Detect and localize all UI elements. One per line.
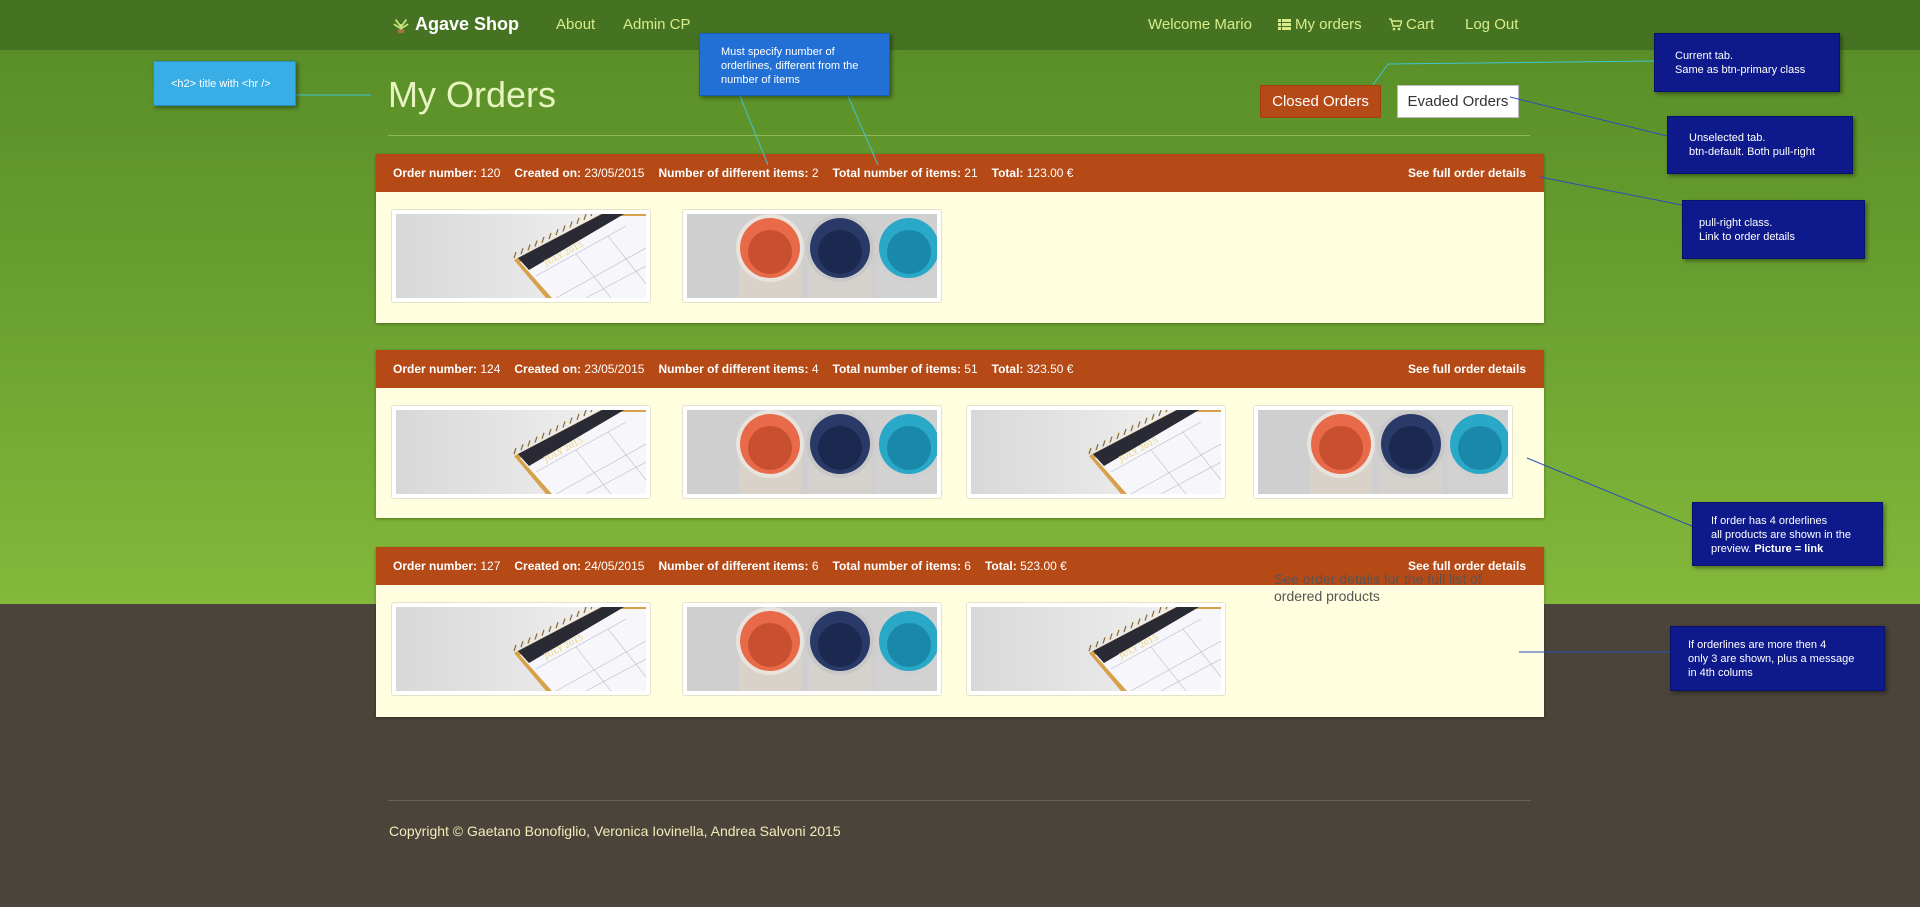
calendar-image: JULY 2015: [396, 214, 646, 298]
order-different-items: Number of different items: 4: [658, 362, 819, 376]
tab-evaded-orders[interactable]: Evaded Orders: [1397, 85, 1519, 118]
calendar-image: JULY 2015: [396, 607, 646, 691]
annotation-orderlines-note: Must specify number of orderlines, diffe…: [699, 33, 890, 96]
nav-my-orders[interactable]: My orders: [1278, 16, 1362, 33]
order-details-link[interactable]: See full order details: [1408, 362, 1526, 376]
order-created-date: Created on: 24/05/2015: [514, 559, 645, 573]
order-created-date: Created on: 23/05/2015: [514, 166, 645, 180]
order-total-items: Total number of items: 51: [832, 362, 978, 376]
annotation-more-orderlines-note: If orderlines are more then 4 only 3 are…: [1670, 626, 1885, 691]
annotation-pull-right-note: pull-right class. Link to order details: [1682, 200, 1865, 259]
order-different-items: Number of different items: 6: [658, 559, 819, 573]
order-number: Order number: 124: [393, 362, 501, 376]
mugs-image: [687, 214, 937, 298]
product-thumbnail-link[interactable]: [682, 209, 942, 303]
nav-logout[interactable]: Log Out: [1465, 16, 1518, 33]
brand-link[interactable]: Agave Shop: [392, 14, 519, 35]
order-total-items: Total number of items: 6: [832, 559, 971, 573]
product-thumbnail-link[interactable]: JULY 2015: [391, 602, 651, 696]
mugs-image: [687, 410, 937, 494]
calendar-image: JULY 2015: [396, 410, 646, 494]
nav-admin-cp[interactable]: Admin CP: [623, 16, 691, 33]
order-total-price: Total: 123.00 €: [991, 166, 1074, 180]
mugs-image: [687, 607, 937, 691]
order-different-items: Number of different items: 2: [658, 166, 819, 180]
order-header: Order number: 124 Created on: 23/05/2015 N…: [376, 350, 1544, 388]
agave-logo-icon: [393, 18, 409, 33]
product-thumbnail-link[interactable]: JULY 2015: [966, 602, 1226, 696]
copyright-text: Copyright © Gaetano Bonofiglio, Veronica…: [389, 823, 841, 839]
product-thumbnail-link[interactable]: [682, 405, 942, 499]
order-number: Order number: 127: [393, 559, 501, 573]
order-panel: Order number: 124 Created on: 23/05/2015 N…: [376, 350, 1544, 518]
order-details-link[interactable]: See full order details: [1408, 166, 1526, 180]
order-panel: Order number: 127 Created on: 24/05/2015 N…: [376, 547, 1544, 717]
order-created-date: Created on: 23/05/2015: [514, 362, 645, 376]
list-icon: [1278, 19, 1291, 30]
nav-about[interactable]: About: [556, 16, 595, 33]
annotation-four-orderlines-note: If order has 4 orderlines all products a…: [1692, 502, 1883, 566]
order-panel: Order number: 120 Created on: 23/05/2015 N…: [376, 154, 1544, 323]
order-number: Order number: 120: [393, 166, 501, 180]
product-thumbnail-link[interactable]: JULY 2015: [966, 405, 1226, 499]
tab-closed-orders[interactable]: Closed Orders: [1260, 85, 1381, 118]
annotation-four-orderlines-bold: Picture = link: [1754, 543, 1824, 555]
nav-my-orders-label: My orders: [1295, 16, 1362, 33]
annotation-title-note: <h2> title with <hr />: [153, 61, 296, 106]
nav-welcome-user[interactable]: Welcome Mario: [1148, 16, 1252, 33]
calendar-image: JULY 2015: [971, 410, 1221, 494]
product-thumbnail-link[interactable]: JULY 2015: [391, 209, 651, 303]
annotation-unselected-tab-note: Unselected tab. btn-default. Both pull-r…: [1667, 116, 1853, 174]
mugs-image: [1258, 410, 1508, 494]
order-header: Order number: 120 Created on: 23/05/2015 N…: [376, 154, 1544, 192]
page-title: My Orders: [388, 74, 557, 115]
title-divider: [388, 135, 1530, 136]
more-products-message: See order details for the full list of o…: [1274, 571, 1482, 604]
cart-icon: [1389, 18, 1402, 31]
calendar-image: JULY 2015: [971, 607, 1221, 691]
nav-cart-label: Cart: [1406, 16, 1435, 33]
order-total-items: Total number of items: 21: [832, 166, 978, 180]
order-total-price: Total: 323.50 €: [991, 362, 1074, 376]
nav-cart[interactable]: Cart: [1389, 16, 1434, 33]
product-thumbnail-link[interactable]: [682, 602, 942, 696]
product-thumbnail-link[interactable]: JULY 2015: [391, 405, 651, 499]
brand-label: Agave Shop: [415, 14, 520, 34]
annotation-current-tab-note: Current tab. Same as btn-primary class: [1654, 33, 1840, 92]
footer-divider: [388, 800, 1531, 801]
top-navbar: Agave Shop About Admin CP Welcome Mario …: [0, 0, 1920, 50]
product-thumbnail-link[interactable]: [1253, 405, 1513, 499]
order-total-price: Total: 523.00 €: [984, 559, 1067, 573]
